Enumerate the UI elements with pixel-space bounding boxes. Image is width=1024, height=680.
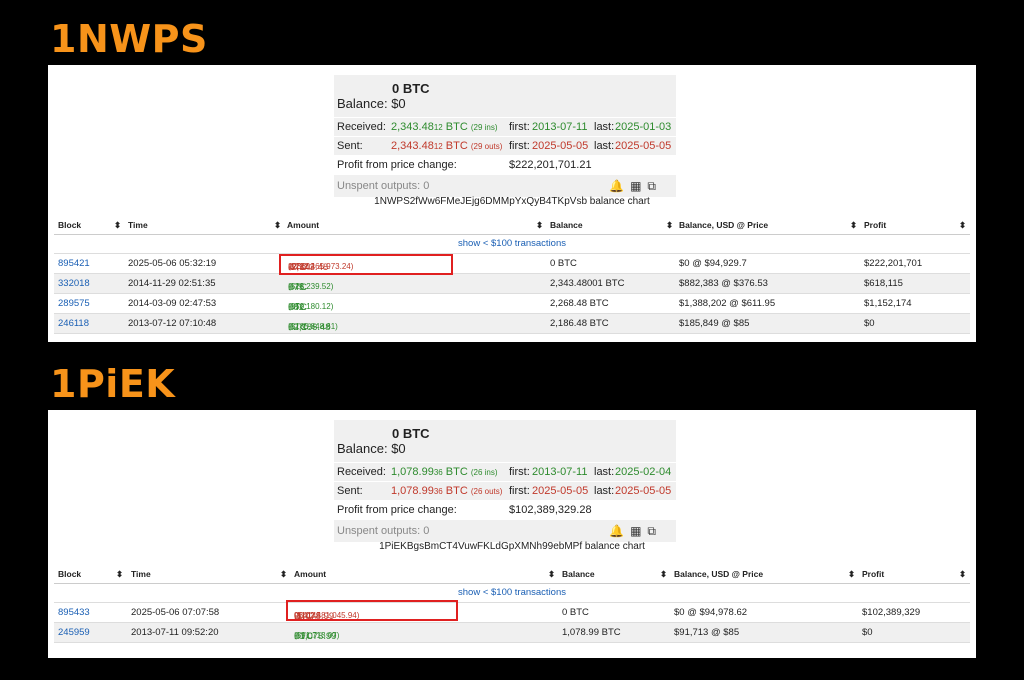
balance-chart-link[interactable]: 1PiEKBgsBmCT4VuwFKLdGpXMNh99ebMPf balanc… <box>48 541 976 552</box>
action-icons: 🔔▦⧉ <box>609 520 662 542</box>
qr-code-icon[interactable]: ▦ <box>630 524 647 538</box>
table-row: 332018 2014-11-29 02:51:35 +75 BTC ($28,… <box>54 274 970 294</box>
sent-row: Sent: 2,343.4812 BTC (29 outs) first: 20… <box>334 136 676 155</box>
balance-btc: 0 BTC <box>392 81 430 96</box>
received-row: Received: 1,078.9936 BTC (26 ins) first:… <box>334 462 676 481</box>
profit-row: Profit from price change: $102,389,329.2… <box>334 500 676 519</box>
transactions-table: Block ⬍ Time ⬍ Amount ⬍ Balance ⬍ Balanc… <box>54 564 970 643</box>
highlight-box <box>286 600 458 621</box>
highlight-box <box>279 254 453 275</box>
balance-usd: Balance: $0 <box>337 441 406 456</box>
table-header: Block ⬍ Time ⬍ Amount ⬍ Balance ⬍ Balanc… <box>54 564 970 584</box>
table-row: 246118 2013-07-12 07:10:48 +2,186.48 BTC… <box>54 314 970 334</box>
table-header: Block ⬍ Time ⬍ Amount ⬍ Balance ⬍ Balanc… <box>54 215 970 235</box>
balance-summary: 0 BTC Balance: $0 Received: 2,343.4812 B… <box>334 75 676 197</box>
balance-btc: 0 BTC <box>392 426 430 441</box>
table-row: 895421 2025-05-06 05:32:19 -2,343.48 1236… <box>54 254 970 274</box>
address-heading-1: 1NWPS <box>50 17 208 61</box>
address-panel-1: 0 BTC Balance: $0 Received: 2,343.4812 B… <box>48 65 976 342</box>
show-small-transactions[interactable]: show < $100 transactions <box>54 235 970 254</box>
unspent-row: Unspent outputs: 0 🔔▦⧉ <box>334 519 676 542</box>
address-heading-2: 1PiEK <box>50 362 176 406</box>
bell-icon[interactable]: 🔔 <box>609 524 630 538</box>
copy-icon[interactable]: ⧉ <box>647 524 662 538</box>
unspent-row: Unspent outputs: 0 🔔▦⧉ <box>334 174 676 197</box>
qr-code-icon[interactable]: ▦ <box>630 179 647 193</box>
table-row: 245959 2013-07-11 09:52:20 +1,078.99 BTC… <box>54 623 970 643</box>
received-row: Received: 2,343.4812 BTC (29 ins) first:… <box>334 117 676 136</box>
copy-icon[interactable]: ⧉ <box>647 179 662 193</box>
sent-amount: 2,343.4812 BTC (29 outs) <box>391 140 503 152</box>
profit-row: Profit from price change: $222,201,701.2… <box>334 155 676 174</box>
transactions-table: Block ⬍ Time ⬍ Amount ⬍ Balance ⬍ Balanc… <box>54 215 970 334</box>
action-icons: 🔔▦⧉ <box>609 175 662 197</box>
sent-row: Sent: 1,078.9936 BTC (26 outs) first: 20… <box>334 481 676 500</box>
table-row: 895433 2025-05-06 07:07:58 -1,078.99 0641… <box>54 603 970 623</box>
balance-summary: 0 BTC Balance: $0 Received: 1,078.9936 B… <box>334 420 676 542</box>
received-amount: 1,078.9936 BTC (26 ins) <box>391 466 498 478</box>
profit-value: $222,201,701.21 <box>509 159 592 171</box>
profit-value: $102,389,329.28 <box>509 504 592 516</box>
balance-chart-link[interactable]: 1NWPS2fWw6FMeJEjg6DMMpYxQyB4TKpVsb balan… <box>48 196 976 207</box>
show-small-transactions[interactable]: show < $100 transactions <box>54 584 970 603</box>
table-row: 289575 2014-03-09 02:47:53 +82 BTC ($50,… <box>54 294 970 314</box>
sent-amount: 1,078.9936 BTC (26 outs) <box>391 485 503 497</box>
received-amount: 2,343.4812 BTC (29 ins) <box>391 121 498 133</box>
bell-icon[interactable]: 🔔 <box>609 179 630 193</box>
balance-usd: Balance: $0 <box>337 96 406 111</box>
address-panel-2: 0 BTC Balance: $0 Received: 1,078.9936 B… <box>48 410 976 658</box>
